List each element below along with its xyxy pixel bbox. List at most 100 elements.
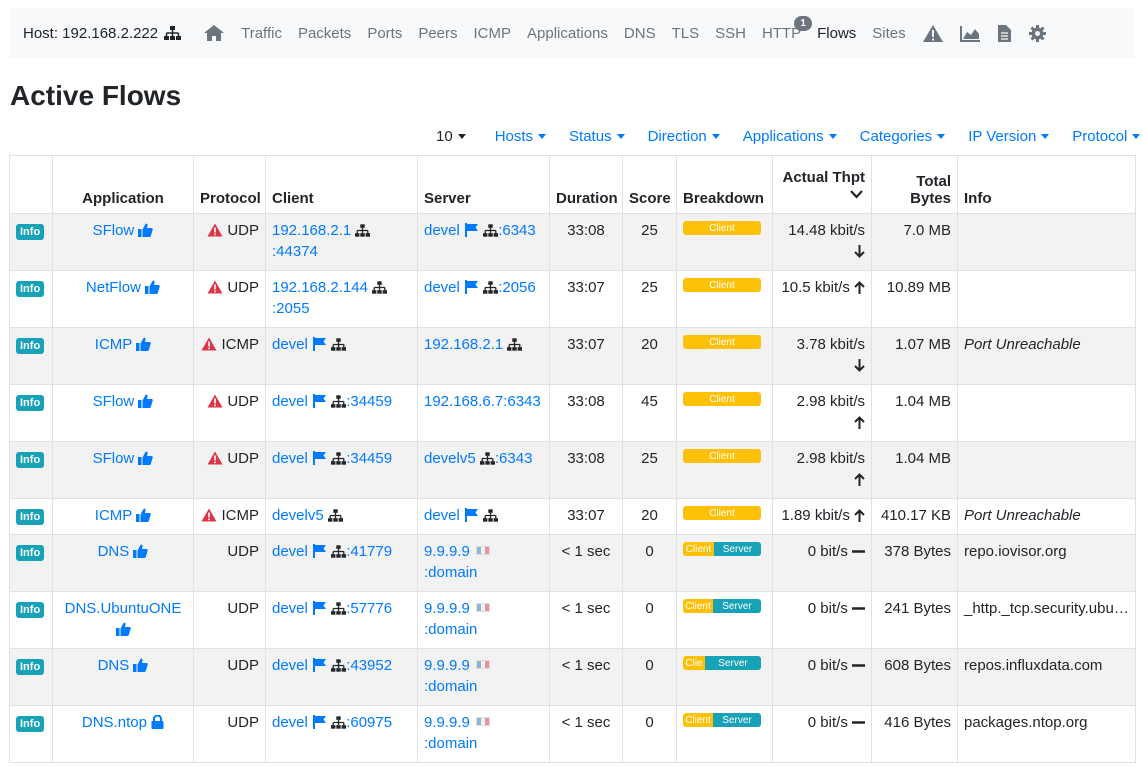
info-button[interactable]: Info [16,395,45,411]
col-header-protocol[interactable]: Protocol [193,155,266,214]
gear-icon[interactable] [1028,24,1047,43]
protocol-value: UDP [227,714,259,731]
application-link[interactable]: SFlow [93,450,135,467]
server-host-link[interactable]: devel [424,279,460,296]
server-port-link[interactable]: :domain [424,621,477,638]
home-icon[interactable] [203,24,225,42]
client-port-link[interactable]: :44374 [272,243,318,260]
info-button[interactable]: Info [16,659,45,675]
protocol-cell: UDP [193,384,266,442]
nav-http[interactable]: HTTP 1 [762,8,813,58]
protocol-value: UDP [227,600,259,617]
col-header-thpt[interactable]: Actual Thpt [772,155,872,214]
server-host-link[interactable]: 9.9.9.9 [424,714,470,731]
application-link[interactable]: DNS.UbuntuONE [65,600,182,617]
nav-ssh[interactable]: SSH [715,8,746,58]
col-header-info-text[interactable]: Info [957,155,1136,214]
info-button[interactable]: Info [16,509,45,525]
server-port-link[interactable]: :6343 [495,450,533,467]
nav-packets[interactable]: Packets [298,8,351,58]
nav-tls[interactable]: TLS [672,8,700,58]
protocol-dropdown[interactable]: Protocol [1072,128,1141,145]
client-host-link[interactable]: devel [272,657,308,674]
col-header-breakdown[interactable]: Breakdown [676,155,773,214]
client-host-link[interactable]: devel [272,450,308,467]
nav-dns[interactable]: DNS [624,8,656,58]
info-button[interactable]: Info [16,224,45,240]
info-button[interactable]: Info [16,452,45,468]
application-link[interactable]: ICMP [95,336,132,353]
server-port-link[interactable]: :6343 [498,222,536,239]
application-link[interactable]: ICMP [95,507,132,524]
hosts-dropdown[interactable]: Hosts [495,128,547,145]
server-host-link[interactable]: devel [424,507,460,524]
application-link[interactable]: DNS.ntop [82,714,147,731]
application-link[interactable]: DNS [98,657,130,674]
col-header-client[interactable]: Client [265,155,418,214]
client-host-link[interactable]: devel [272,600,308,617]
nav-peers[interactable]: Peers [418,8,457,58]
client-host-link[interactable]: devel [272,336,308,353]
server-host-link[interactable]: 192.168.2.1 [424,336,503,353]
throughput-value: 0 bit/s [807,543,848,560]
nav-applications[interactable]: Applications [527,8,608,58]
client-host-link[interactable]: devel [272,714,308,731]
client-host-link[interactable]: 192.168.2.144 [272,279,368,296]
trend-flat-icon [852,607,865,610]
server-port-link[interactable]: :2056 [498,279,536,296]
application-link[interactable]: DNS [98,543,130,560]
status-dropdown[interactable]: Status [569,128,625,145]
nav-icmp[interactable]: ICMP [474,8,512,58]
server-host-link[interactable]: develv5 [424,450,476,467]
categories-dropdown[interactable]: Categories [860,128,946,145]
document-icon[interactable] [997,24,1012,43]
info-button[interactable]: Info [16,338,45,354]
col-header-duration[interactable]: Duration [549,155,623,214]
server-port-link[interactable]: :domain [424,735,477,752]
info-button[interactable]: Info [16,602,45,618]
nav-ports[interactable]: Ports [367,8,402,58]
server-cell: devel [417,498,550,535]
nav-sites[interactable]: Sites [872,8,905,58]
client-port-link[interactable]: :34459 [346,393,392,410]
application-link[interactable]: SFlow [93,222,135,239]
col-header-server[interactable]: Server [417,155,550,214]
client-port-link[interactable]: :57776 [346,600,392,617]
host-label[interactable]: Host: 192.168.2.222 [23,25,182,42]
info-button[interactable]: Info [16,545,45,561]
col-header-score[interactable]: Score [622,155,677,214]
client-host-link[interactable]: 192.168.2.1 [272,222,351,239]
applications-dropdown[interactable]: Applications [743,128,837,145]
server-host-link[interactable]: 9.9.9.9 [424,600,470,617]
ip-version-dropdown[interactable]: IP Version [968,128,1050,145]
server-host-link[interactable]: 192.168.6.7:6343 [424,393,541,410]
ip-version-label: IP Version [968,128,1037,145]
client-host-link[interactable]: devel [272,543,308,560]
nav-flows[interactable]: Flows [817,8,856,58]
info-button[interactable]: Info [16,716,45,732]
page-size-dropdown[interactable]: 10 [436,128,466,145]
client-host-link[interactable]: devel [272,393,308,410]
client-port-link[interactable]: :34459 [346,450,392,467]
alert-icon[interactable] [922,24,944,43]
server-port-link[interactable]: :domain [424,564,477,581]
col-header-total-bytes[interactable]: Total Bytes [871,155,958,214]
server-host-link[interactable]: 9.9.9.9 [424,657,470,674]
area-chart-icon[interactable] [959,25,981,42]
application-link[interactable]: NetFlow [86,279,141,296]
server-host-link[interactable]: 9.9.9.9 [424,543,470,560]
client-port-link[interactable]: :2055 [272,300,310,317]
client-port-link[interactable]: :41779 [346,543,392,560]
breakdown-cell: Client Server [676,534,773,592]
server-port-link[interactable]: :domain [424,678,477,695]
application-link[interactable]: SFlow [93,393,135,410]
direction-dropdown[interactable]: Direction [648,128,720,145]
col-header-application[interactable]: Application [52,155,194,214]
server-cell: 192.168.2.1 [417,327,550,385]
info-button[interactable]: Info [16,281,45,297]
nav-traffic[interactable]: Traffic [241,8,282,58]
client-port-link[interactable]: :43952 [346,657,392,674]
server-host-link[interactable]: devel [424,222,460,239]
client-port-link[interactable]: :60975 [346,714,392,731]
client-host-link[interactable]: develv5 [272,507,324,524]
